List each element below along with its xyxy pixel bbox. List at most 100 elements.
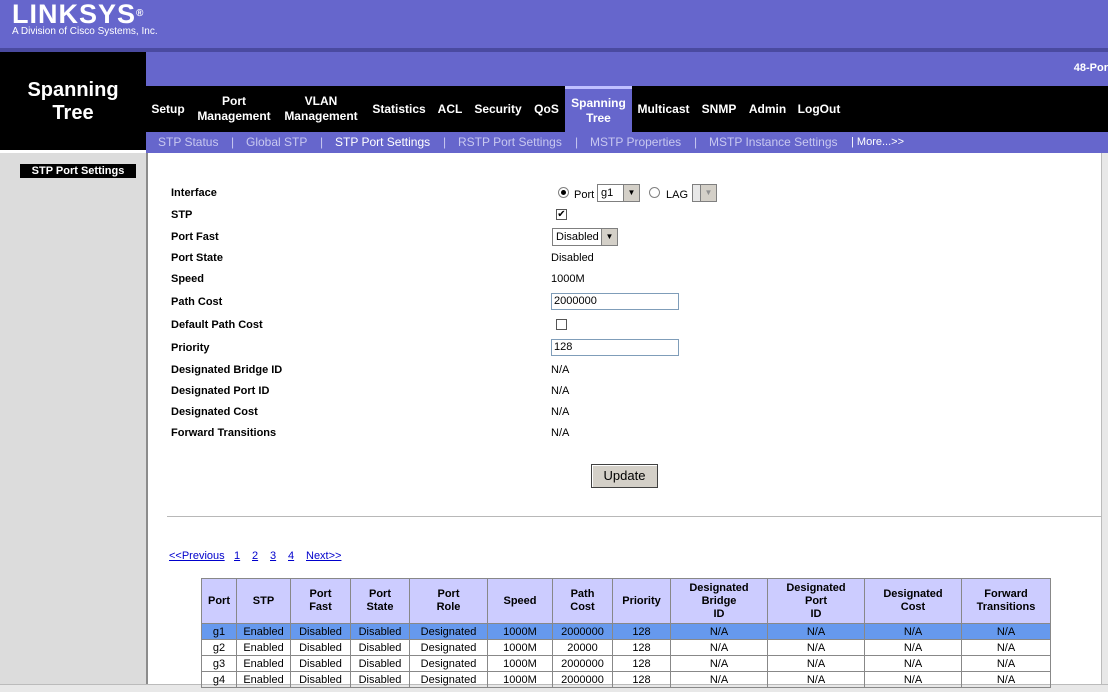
chevron-down-icon: ▼ [601,229,617,245]
port-fast-label: Port Fast [171,231,219,243]
path-cost-input[interactable]: 2000000 [551,293,679,310]
section-title-line2: Tree [52,102,94,124]
cell-port-fast: Disabled [290,655,351,672]
product-name: 48-Por [1073,62,1108,74]
subnav-separator: | [443,135,447,149]
cell-speed: 1000M [487,655,553,672]
cell-designated-cost: N/A [864,671,962,688]
col-header-forward-transitions: Forward Transitions [961,578,1051,624]
cell-port-role: Designated [409,655,488,672]
cell-port-fast: Disabled [290,671,351,688]
cell-designated-port-id: N/A [767,623,865,640]
nav-security[interactable]: Security [470,86,526,132]
cell-designated-cost: N/A [864,639,962,656]
cell-forward-transitions: N/A [961,639,1051,656]
cell-path-cost: 20000 [552,639,613,656]
interface-label: Interface [171,187,217,199]
port-fast-select[interactable]: Disabled ▼ [552,228,618,246]
logo-text: LINKSYS [12,0,137,29]
port-fast-value: Disabled [556,231,599,243]
default-path-cost-checkbox[interactable] [556,319,567,330]
cell-port-role: Designated [409,639,488,656]
section-title-line1: Spanning [27,79,119,101]
pager-page-4[interactable]: 4 [288,550,294,562]
subnav-mstp-instance-settings[interactable]: MSTP Instance Settings [709,135,838,149]
subnav-rstp-port-settings[interactable]: RSTP Port Settings [458,135,562,149]
sidebar-item-stp-port-settings[interactable]: STP Port Settings [20,164,136,178]
nav-snmp[interactable]: SNMP [698,86,740,132]
designated-bridge-id-value: N/A [551,364,570,376]
col-header-designated-bridge-id: Designated Bridge ID [670,578,768,624]
cell-port-fast: Disabled [290,623,351,640]
nav-port-management[interactable]: Port Management [192,86,276,132]
update-button[interactable]: Update [591,464,658,488]
designated-cost-label: Designated Cost [171,406,258,418]
cell-priority: 128 [612,671,671,688]
section-divider [167,516,1102,517]
priority-input[interactable]: 128 [551,339,679,356]
cell-designated-port-id: N/A [767,655,865,672]
stp-port-table: Port STP Port Fast Port State Port Role … [201,578,1051,688]
table-row[interactable]: g4 Enabled Disabled Disabled Designated 1000M… [201,671,1051,688]
cell-stp: Enabled [236,623,291,640]
port-select[interactable]: g1 ▼ [597,184,640,202]
subnav-separator: | [320,135,324,149]
cell-port: g1 [201,623,237,640]
col-header-port-state: Port State [350,578,410,624]
forward-transitions-value: N/A [551,427,570,439]
cell-port-fast: Disabled [290,639,351,656]
col-header-path-cost: Path Cost [552,578,613,624]
subnav-more-link[interactable]: | More...>> [851,136,904,148]
table-row[interactable]: g1 Enabled Disabled Disabled Designated 1000M… [201,623,1051,640]
nav-vlan-management[interactable]: VLAN Management [280,86,362,132]
col-header-port-fast: Port Fast [290,578,351,624]
pager-page-2[interactable]: 2 [252,550,258,562]
pager-page-1[interactable]: 1 [234,550,240,562]
table-row[interactable]: g3 Enabled Disabled Disabled Designated 1000M… [201,655,1051,672]
pager-page-3[interactable]: 3 [270,550,276,562]
col-header-stp: STP [236,578,291,624]
cell-port-role: Designated [409,623,488,640]
nav-spanning-tree[interactable]: Spanning Tree [565,86,632,132]
lag-radio-label: LAG [666,189,689,201]
pager-previous-link[interactable]: <<Previous [169,550,225,562]
cell-designated-cost: N/A [864,623,962,640]
nav-multicast[interactable]: Multicast [634,86,693,132]
col-header-designated-cost: Designated Cost [864,578,962,624]
cell-speed: 1000M [487,671,553,688]
col-header-port: Port [201,578,237,624]
forward-transitions-label: Forward Transitions [171,427,277,439]
nav-setup[interactable]: Setup [148,86,188,132]
subnav-mstp-properties[interactable]: MSTP Properties [590,135,681,149]
nav-statistics[interactable]: Statistics [367,86,431,132]
nav-logout[interactable]: LogOut [794,86,844,132]
cell-designated-port-id: N/A [767,639,865,656]
nav-acl[interactable]: ACL [435,86,465,132]
cell-port-state: Disabled [350,671,410,688]
content-border [146,153,148,691]
table-row[interactable]: g2 Enabled Disabled Disabled Designated 1000M… [201,639,1051,656]
default-path-cost-label: Default Path Cost [171,319,263,331]
priority-label: Priority [171,342,210,354]
left-sidebar [0,153,146,691]
port-radio[interactable] [558,187,569,198]
subnav-global-stp[interactable]: Global STP [246,135,307,149]
vertical-scrollbar[interactable] [1101,153,1108,691]
subnav-stp-status[interactable]: STP Status [158,135,218,149]
cell-stp: Enabled [236,671,291,688]
stp-label: STP [171,209,193,221]
lag-radio[interactable] [649,187,660,198]
subnav-stp-port-settings[interactable]: STP Port Settings [335,135,430,149]
lag-select[interactable]: ▼ [692,184,717,202]
product-bar [146,52,1108,86]
designated-bridge-id-label: Designated Bridge ID [171,364,283,376]
port-state-value: Disabled [551,252,594,264]
nav-admin[interactable]: Admin [745,86,790,132]
cell-forward-transitions: N/A [961,671,1051,688]
pager-next-link[interactable]: Next>> [306,550,341,562]
subnav-separator: | [694,135,698,149]
top-banner [0,0,1108,48]
nav-qos[interactable]: QoS [531,86,562,132]
cell-forward-transitions: N/A [961,655,1051,672]
stp-checkbox[interactable]: ✔ [556,209,567,220]
